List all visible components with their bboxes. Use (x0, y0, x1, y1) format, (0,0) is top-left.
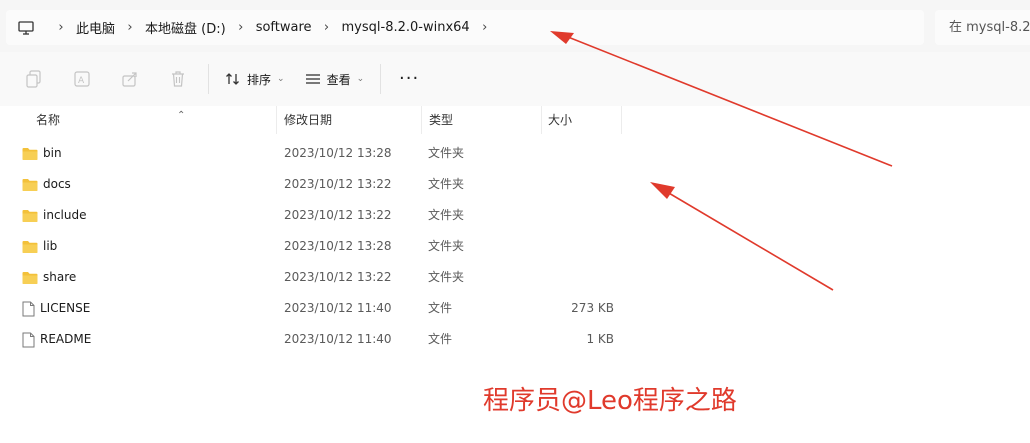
watermark-text: 程序员@Leo程序之路 (483, 386, 737, 416)
rename-icon[interactable]: A (58, 59, 106, 99)
chevron-down-icon: ⌄ (356, 74, 365, 84)
copy-icon[interactable] (10, 59, 58, 99)
file-name-cell[interactable]: include (22, 200, 86, 231)
sort-button[interactable]: 排序 ⌄ (215, 59, 295, 99)
chevron-right-icon[interactable]: › (115, 20, 145, 35)
file-date: 2023/10/12 13:28 (284, 239, 392, 253)
more-options-button[interactable]: ··· (387, 59, 431, 99)
column-header-size[interactable]: 大小 (541, 106, 622, 134)
command-bar: A 排序 ⌄ 查看 ⌄ ··· (0, 52, 1030, 106)
file-name-cell[interactable]: docs (22, 169, 71, 200)
file-name: README (40, 332, 92, 346)
breadcrumb-this-pc[interactable]: 此电脑 (76, 18, 115, 37)
file-row[interactable]: lib 2023/10/12 13:28 文件夹 (0, 231, 1030, 262)
chevron-down-icon: ⌄ (277, 74, 285, 84)
file-size (540, 169, 614, 200)
file-type: 文件夹 (428, 208, 465, 222)
file-row[interactable]: bin 2023/10/12 13:28 文件夹 (0, 138, 1030, 169)
file-name-cell[interactable]: bin (22, 138, 62, 169)
file-name: bin (43, 146, 62, 160)
folder-icon (22, 178, 38, 192)
address-area: › 此电脑 › 本地磁盘 (D:) › software › mysql-8.2… (0, 0, 1030, 52)
file-type: 文件 (428, 332, 453, 346)
file-row[interactable]: share 2023/10/12 13:22 文件夹 (0, 262, 1030, 293)
file-size (540, 200, 614, 231)
column-header-date[interactable]: 修改日期 (277, 106, 422, 134)
file-type: 文件夹 (428, 177, 465, 191)
file-row[interactable]: docs 2023/10/12 13:22 文件夹 (0, 169, 1030, 200)
view-button[interactable]: 查看 ⌄ (295, 59, 375, 99)
file-date: 2023/10/12 11:40 (284, 301, 392, 315)
breadcrumb-software[interactable]: software (256, 20, 312, 35)
file-name: share (43, 270, 77, 284)
file-row[interactable]: LICENSE 2023/10/12 11:40 文件 273 KB (0, 293, 1030, 324)
sort-icon (226, 73, 239, 85)
column-header-row: 名称 ⌃ 修改日期 类型 大小 (0, 106, 1030, 134)
file-type: 文件夹 (428, 146, 465, 160)
file-name-cell[interactable]: share (22, 262, 76, 293)
breadcrumb-mysql[interactable]: mysql-8.2.0-winx64 (342, 20, 470, 35)
chevron-right-icon[interactable]: › (312, 20, 342, 35)
address-bar[interactable]: › 此电脑 › 本地磁盘 (D:) › software › mysql-8.2… (6, 10, 924, 45)
view-label: 查看 (326, 72, 351, 87)
column-header-type[interactable]: 类型 (422, 106, 542, 134)
toolbar-divider (208, 64, 209, 94)
file-name: include (43, 208, 87, 222)
file-size (540, 231, 614, 262)
file-name: docs (43, 177, 71, 191)
file-row[interactable]: include 2023/10/12 13:22 文件夹 (0, 200, 1030, 231)
file-size: 273 KB (571, 301, 614, 315)
chevron-right-icon[interactable]: › (470, 20, 500, 35)
sort-label: 排序 (247, 72, 272, 87)
file-name: LICENSE (40, 301, 91, 315)
file-date: 2023/10/12 13:28 (284, 146, 392, 160)
file-date: 2023/10/12 11:40 (284, 332, 392, 346)
chevron-right-icon[interactable]: › (46, 20, 76, 35)
file-row[interactable]: README 2023/10/12 11:40 文件 1 KB (0, 324, 1030, 355)
file-size: 1 KB (586, 332, 614, 346)
column-header-name-label: 名称 (36, 113, 61, 127)
file-icon (22, 332, 35, 348)
view-icon (305, 74, 320, 84)
file-size (540, 138, 614, 169)
file-date: 2023/10/12 13:22 (284, 270, 392, 284)
computer-icon[interactable] (6, 10, 46, 45)
file-type: 文件夹 (428, 270, 465, 284)
folder-icon (22, 240, 38, 254)
file-name-cell[interactable]: lib (22, 231, 57, 262)
file-name-cell[interactable]: LICENSE (22, 293, 90, 324)
toolbar-divider (380, 64, 382, 94)
file-type: 文件夹 (428, 239, 465, 253)
file-name: lib (43, 239, 58, 253)
svg-text:A: A (78, 76, 85, 86)
file-icon (22, 301, 35, 317)
file-name-cell[interactable]: README (22, 324, 91, 355)
folder-icon (22, 271, 38, 285)
file-type: 文件 (428, 301, 453, 315)
file-size (540, 262, 614, 293)
delete-icon[interactable] (154, 59, 202, 99)
folder-icon (22, 209, 38, 223)
sort-ascending-icon: ⌃ (177, 110, 186, 121)
column-header-name[interactable]: 名称 ⌃ (29, 106, 277, 134)
chevron-right-icon[interactable]: › (226, 20, 256, 35)
share-icon[interactable] (106, 59, 154, 99)
file-date: 2023/10/12 13:22 (284, 208, 392, 222)
folder-icon (22, 147, 38, 161)
breadcrumb-local-disk[interactable]: 本地磁盘 (D:) (145, 18, 226, 37)
file-date: 2023/10/12 13:22 (284, 177, 392, 191)
search-input[interactable]: 在 mysql-8.2.0-winx64 中搜索 (935, 10, 1030, 45)
